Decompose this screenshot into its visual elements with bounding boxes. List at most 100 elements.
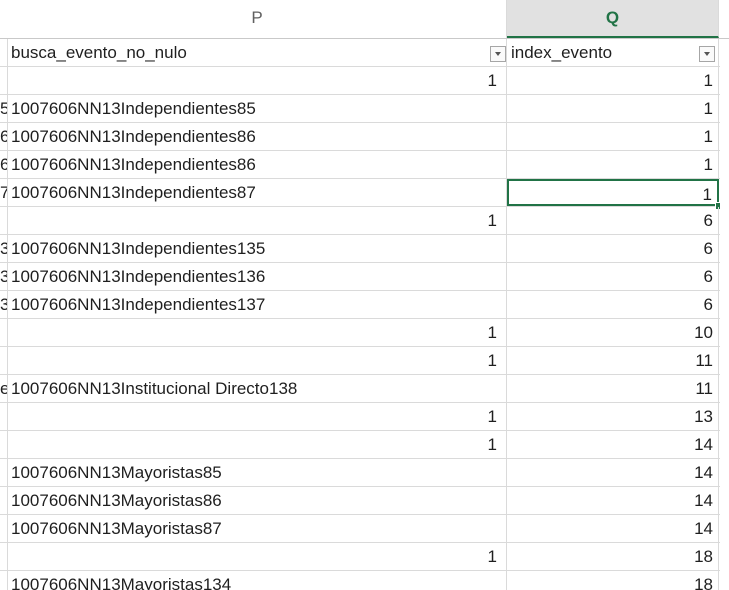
cell-p-value: 1 [487,351,497,370]
cell-o-header[interactable] [0,39,8,66]
cell-p-value: 1 [487,407,497,426]
cell-p-text: 1007606NN13Independientes87 [11,183,256,202]
sheet-edge [720,39,729,590]
cell-q[interactable]: 6 [507,235,719,262]
cell-q[interactable]: 6 [507,207,719,234]
table-row: 51007606NN13Independientes85 1 [0,95,720,123]
cell-q[interactable]: 14 [507,431,719,458]
table-row: 16 [0,207,720,235]
cell-q[interactable]: 1 [507,95,719,122]
cell-q[interactable]: 14 [507,459,719,486]
cell-p[interactable]: 1 [8,319,507,346]
table-row: 1 11 [0,347,720,375]
cell-q[interactable]: 11 [507,375,719,402]
cell-p[interactable]: 1007606NN13Institucional Directo138 [8,375,507,402]
cell-o[interactable]: 6 [0,151,8,178]
cell-p[interactable]: 1007606NN13Independientes87 [8,179,507,206]
spreadsheet: P Q busca_evento_no_nulo index_evento 11… [0,0,729,590]
cell-p-value: 1 [487,323,497,342]
cell-p[interactable]: 1 [8,431,507,458]
table-row: 1007606NN13Mayoristas85 14 [0,459,720,487]
cell-p-text: 1007606NN13Mayoristas134 [11,575,232,590]
cell-p[interactable]: 1007606NN13Mayoristas134 [8,571,507,590]
cell-o[interactable]: 5 [0,95,8,122]
table-row: 61007606NN13Independientes86 1 [0,123,720,151]
cell-q[interactable]: 1 [507,151,719,178]
cell-q[interactable]: 11 [507,347,719,374]
cell-q[interactable]: 18 [507,543,719,570]
cell-o[interactable]: e [0,375,8,402]
column-header-p[interactable]: P [8,0,507,38]
filter-dropdown-icon[interactable] [699,46,715,62]
cell-o[interactable] [0,543,8,570]
data-rows: 1151007606NN13Independientes85161007606N… [0,67,723,590]
table-row: 71007606NN13Independientes87 1 [0,179,723,210]
cell-p[interactable]: 1 [8,543,507,570]
cell-o[interactable] [0,571,8,590]
cell-o[interactable]: 3 [0,291,8,318]
header-label-busca-evento: busca_evento_no_nulo [11,43,187,62]
cell-p[interactable]: 1007606NN13Independientes85 [8,95,507,122]
table-header-row: busca_evento_no_nulo index_evento [0,39,720,67]
cell-q[interactable]: 1 [507,67,719,94]
cell-p[interactable]: 1 [8,207,507,234]
selected-cell-q[interactable]: 1 [507,179,719,206]
table-row: 1 10 [0,319,720,347]
cell-o[interactable] [0,67,8,94]
cell-p[interactable]: 1007606NN13Independientes86 [8,151,507,178]
cell-o[interactable]: 7 [0,179,8,206]
table-row: 1007606NN13Mayoristas87 14 [0,515,720,543]
cell-p-value: 1 [487,211,497,230]
cell-o[interactable]: 3 [0,263,8,290]
cell-p-text: 1007606NN13Independientes86 [11,155,256,174]
cell-q[interactable]: 14 [507,515,719,542]
cell-o[interactable] [0,207,8,234]
cell-q-header[interactable]: index_evento [507,39,719,66]
table-row: e1007606NN13Institucional Directo138 11 [0,375,720,403]
cell-p-text: 1007606NN13Mayoristas85 [11,463,222,482]
cell-q[interactable]: 14 [507,487,719,514]
cell-p-text: 1007606NN13Mayoristas86 [11,491,222,510]
cell-o[interactable]: 6 [0,123,8,150]
cell-p[interactable]: 1007606NN13Mayoristas86 [8,487,507,514]
cell-p[interactable]: 1 [8,347,507,374]
cell-o[interactable] [0,515,8,542]
cell-p[interactable]: 1 [8,403,507,430]
cell-q[interactable]: 6 [507,263,719,290]
cell-q[interactable]: 10 [507,319,719,346]
cell-p-value: 1 [487,71,497,90]
cell-o[interactable] [0,459,8,486]
column-header-q[interactable]: Q [507,0,719,38]
cell-p-text: 1007606NN13Independientes135 [11,239,266,258]
column-header-bar: P Q [0,0,729,39]
cell-o[interactable] [0,347,8,374]
cell-p[interactable]: 1007606NN13Independientes135 [8,235,507,262]
cell-o[interactable] [0,403,8,430]
table-row: 11 [0,67,720,95]
table-row: 61007606NN13Independientes86 1 [0,151,720,179]
filter-dropdown-icon[interactable] [490,46,506,62]
cell-p-text: 1007606NN13Mayoristas87 [11,519,222,538]
cell-o[interactable] [0,487,8,514]
cell-p[interactable]: 1007606NN13Mayoristas87 [8,515,507,542]
cell-p[interactable]: 1007606NN13Mayoristas85 [8,459,507,486]
table-row: 1 18 [0,543,720,571]
table-row: 1007606NN13Mayoristas134 18 [0,571,720,590]
cell-o[interactable]: 3 [0,235,8,262]
table-row: 1 13 [0,403,720,431]
cell-p-header[interactable]: busca_evento_no_nulo [8,39,507,66]
cell-p[interactable]: 1007606NN13Independientes137 [8,291,507,318]
cell-p[interactable]: 1007606NN13Independientes136 [8,263,507,290]
cell-q[interactable]: 1 [507,123,719,150]
cell-grid: busca_evento_no_nulo index_evento 115100… [0,39,723,590]
cell-q[interactable]: 18 [507,571,719,590]
table-row: 1 14 [0,431,720,459]
cell-p-text: 1007606NN13Independientes86 [11,127,256,146]
cell-q[interactable]: 13 [507,403,719,430]
cell-q[interactable]: 6 [507,291,719,318]
cell-o[interactable] [0,431,8,458]
cell-o[interactable] [0,319,8,346]
cell-p[interactable]: 1 [8,67,507,94]
cell-p[interactable]: 1007606NN13Independientes86 [8,123,507,150]
table-row: 31007606NN13Independientes136 6 [0,263,720,291]
